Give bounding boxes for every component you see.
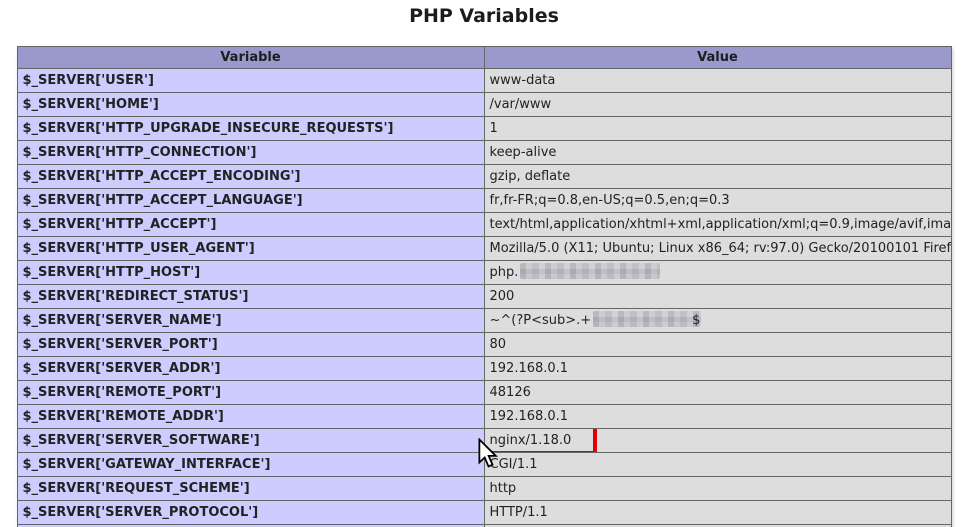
php-variables-table: Variable Value $_SERVER['USER']www-data$… — [17, 46, 952, 527]
value-cell: text/html,application/xhtml+xml,applicat… — [484, 213, 951, 237]
variable-cell: $_SERVER['SERVER_PORT'] — [17, 333, 484, 357]
table-row: $_SERVER['SERVER_PORT']80 — [17, 333, 951, 357]
table-row: $_SERVER['HTTP_UPGRADE_INSECURE_REQUESTS… — [17, 117, 951, 141]
value-cell: /var/www — [484, 93, 951, 117]
variable-cell: $_SERVER['HTTP_UPGRADE_INSECURE_REQUESTS… — [17, 117, 484, 141]
table-row: $_SERVER['REQUEST_SCHEME']http — [17, 477, 951, 501]
value-cell: php. — [484, 261, 951, 285]
table-row: $_SERVER['HTTP_ACCEPT_ENCODING']gzip, de… — [17, 165, 951, 189]
value-cell: 48126 — [484, 381, 951, 405]
redaction-blur — [520, 263, 660, 279]
highlight-rectangle — [484, 429, 597, 453]
table-body: $_SERVER['USER']www-data$_SERVER['HOME']… — [17, 69, 951, 527]
value-cell: HTTP/1.1 — [484, 501, 951, 525]
table-row: $_SERVER['SERVER_SOFTWARE']nginx/1.18.0 — [17, 429, 951, 453]
header-row: Variable Value — [17, 47, 951, 69]
variable-cell: $_SERVER['REMOTE_PORT'] — [17, 381, 484, 405]
variable-cell: $_SERVER['HTTP_USER_AGENT'] — [17, 237, 484, 261]
page-title: PHP Variables — [0, 5, 968, 28]
table-row: $_SERVER['HTTP_USER_AGENT']Mozilla/5.0 (… — [17, 237, 951, 261]
variable-cell: $_SERVER['SERVER_NAME'] — [17, 309, 484, 333]
redaction-blur — [593, 311, 701, 327]
variable-cell: $_SERVER['SERVER_ADDR'] — [17, 357, 484, 381]
variable-cell: $_SERVER['SERVER_PROTOCOL'] — [17, 501, 484, 525]
value-cell: CGI/1.1 — [484, 453, 951, 477]
value-cell: nginx/1.18.0 — [484, 429, 951, 453]
value-cell: ~^(?P<sub>.+ $ — [484, 309, 951, 333]
table-row: $_SERVER['SERVER_ADDR']192.168.0.1 — [17, 357, 951, 381]
phpinfo-page: PHP Variables Variable Value $_SERVER['U… — [0, 5, 968, 527]
value-cell: fr,fr-FR;q=0.8,en-US;q=0.5,en;q=0.3 — [484, 189, 951, 213]
value-cell: 200 — [484, 285, 951, 309]
value-cell: 192.168.0.1 — [484, 405, 951, 429]
table-row: $_SERVER['REMOTE_ADDR']192.168.0.1 — [17, 405, 951, 429]
variable-cell: $_SERVER['REQUEST_SCHEME'] — [17, 477, 484, 501]
table-row: $_SERVER['REMOTE_PORT']48126 — [17, 381, 951, 405]
variable-cell: $_SERVER['SERVER_SOFTWARE'] — [17, 429, 484, 453]
table-row: $_SERVER['HTTP_ACCEPT']text/html,applica… — [17, 213, 951, 237]
value-cell: gzip, deflate — [484, 165, 951, 189]
value-text: $ — [692, 313, 700, 328]
variable-cell: $_SERVER['HTTP_ACCEPT'] — [17, 213, 484, 237]
value-text: php. — [490, 265, 519, 280]
table-row: $_SERVER['GATEWAY_INTERFACE']CGI/1.1 — [17, 453, 951, 477]
value-cell: 80 — [484, 333, 951, 357]
value-text: ~^(?P<sub>.+ — [490, 313, 592, 328]
value-cell: keep-alive — [484, 141, 951, 165]
table-row: $_SERVER['HOME']/var/www — [17, 93, 951, 117]
variable-cell: $_SERVER['REDIRECT_STATUS'] — [17, 285, 484, 309]
variable-cell: $_SERVER['GATEWAY_INTERFACE'] — [17, 453, 484, 477]
table-row: $_SERVER['HTTP_HOST'] php. — [17, 261, 951, 285]
variable-cell: $_SERVER['HTTP_ACCEPT_LANGUAGE'] — [17, 189, 484, 213]
value-cell: http — [484, 477, 951, 501]
value-cell: Mozilla/5.0 (X11; Ubuntu; Linux x86_64; … — [484, 237, 951, 261]
variable-cell: $_SERVER['HTTP_HOST'] — [17, 261, 484, 285]
variable-cell: $_SERVER['HTTP_CONNECTION'] — [17, 141, 484, 165]
variable-cell: $_SERVER['USER'] — [17, 69, 484, 93]
table-row: $_SERVER['USER']www-data — [17, 69, 951, 93]
table-row: $_SERVER['SERVER_PROTOCOL']HTTP/1.1 — [17, 501, 951, 525]
table-row: $_SERVER['HTTP_CONNECTION']keep-alive — [17, 141, 951, 165]
table-row: $_SERVER['HTTP_ACCEPT_LANGUAGE']fr,fr-FR… — [17, 189, 951, 213]
column-header-variable: Variable — [17, 47, 484, 69]
variable-cell: $_SERVER['HOME'] — [17, 93, 484, 117]
value-cell: 1 — [484, 117, 951, 141]
column-header-value: Value — [484, 47, 951, 69]
table-header: Variable Value — [17, 47, 951, 69]
value-cell: 192.168.0.1 — [484, 357, 951, 381]
variable-cell: $_SERVER['HTTP_ACCEPT_ENCODING'] — [17, 165, 484, 189]
table-row: $_SERVER['REDIRECT_STATUS']200 — [17, 285, 951, 309]
variable-cell: $_SERVER['REMOTE_ADDR'] — [17, 405, 484, 429]
table-row: $_SERVER['SERVER_NAME'] ~^(?P<sub>.+ $ — [17, 309, 951, 333]
value-cell: www-data — [484, 69, 951, 93]
